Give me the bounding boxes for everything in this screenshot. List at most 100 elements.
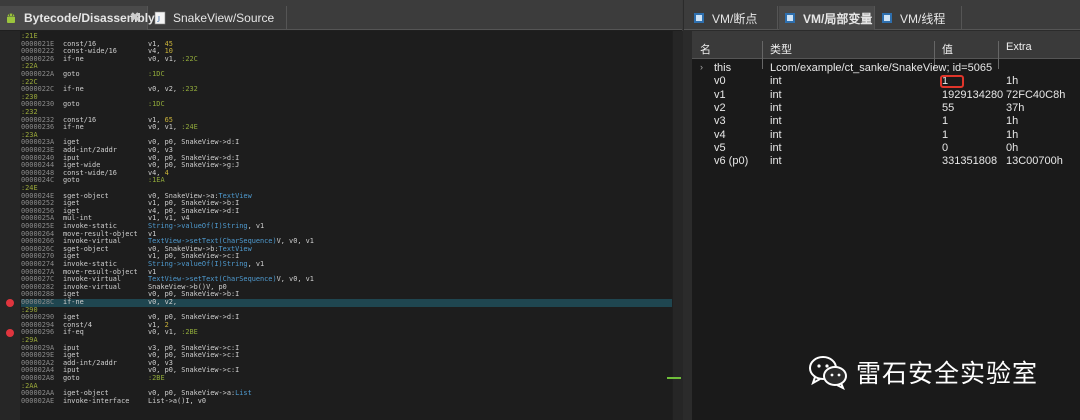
label-text: :21E xyxy=(21,32,38,40)
expand-arrow-icon[interactable]: › xyxy=(700,62,703,72)
watermark-text: 雷石安全实验室 xyxy=(856,359,1039,388)
tab-snakeview-source[interactable]: J SnakeView/Source xyxy=(149,6,287,30)
variable-row[interactable]: v2 int 55 37h xyxy=(692,102,1080,115)
operand-segment: V, v0, v1 xyxy=(276,275,314,284)
operand-segment: , v1 xyxy=(247,222,265,230)
tab-label: VM/断点 xyxy=(712,11,758,26)
close-icon[interactable]: ✖ xyxy=(129,11,141,23)
code-line[interactable]: 0000025A mul-int v1, v1, v4 xyxy=(21,215,672,223)
code-line[interactable]: 00000248 const-wide/16 v4, 4 xyxy=(21,169,672,178)
code-line[interactable]: 0000026C sget-object v0, SnakeView->b:Text… xyxy=(21,245,672,254)
code-line[interactable]: 00000226 if-ne v0, v1, :22C xyxy=(21,55,672,64)
code-line[interactable]: 00000232 const/16 v1, 65 xyxy=(21,116,672,125)
code-line[interactable]: 00000294 const/4 v1, 2 xyxy=(21,321,672,330)
debug-icon xyxy=(783,11,797,25)
code-line[interactable]: 00000240 iput v0, p0, SnakeView->d:I xyxy=(21,154,672,163)
annotation-highlight-box xyxy=(940,75,964,88)
disassembly-view[interactable]: :21E 0000021E const/16 v1, 45 00000222 const-… xyxy=(0,31,672,420)
variable-row[interactable]: v0 int 1 1h xyxy=(692,75,1080,88)
column-header-type[interactable]: 类型 xyxy=(770,41,792,57)
operand-segment: List xyxy=(235,389,252,398)
variable-extra: 13C00700h xyxy=(1006,155,1063,168)
variable-row[interactable]: v6 (p0) int 331351808 13C00700h xyxy=(692,155,1080,168)
tab-vm-breakpoints[interactable]: VM/断点 xyxy=(688,6,778,30)
variable-row[interactable]: v5 int 0 0h xyxy=(692,142,1080,155)
variable-value: 1929134280 xyxy=(942,88,1004,101)
code-line[interactable]: 00000252 iget v1, p0, SnakeView->b:I xyxy=(21,199,672,208)
code-line[interactable]: 0000023E add-int/2addr v0, v3 xyxy=(21,146,672,155)
variable-extra: 72FC40C8h xyxy=(1006,88,1066,101)
scroll-marker xyxy=(667,377,681,379)
breakpoint-gutter[interactable] xyxy=(0,31,20,420)
code-label-line[interactable]: :290 xyxy=(21,306,672,315)
code-label-line[interactable]: :29A xyxy=(21,336,672,345)
code-label-line[interactable]: :232 xyxy=(21,108,672,117)
watermark: 雷石安全实验室 xyxy=(808,352,1038,392)
variable-row[interactable]: v1 int 1929134280 72FC40C8h xyxy=(692,89,1080,102)
code-line[interactable]: 000002A8 goto:2BE xyxy=(21,374,672,383)
variable-row[interactable]: › this Lcom/example/ct_sanke/SnakeView; id… xyxy=(692,62,1080,75)
code-line[interactable]: 0000021E const/16 v1, 45 xyxy=(21,40,672,49)
tab-vm-threads[interactable]: VM/线程 xyxy=(876,6,962,30)
opcode: goto xyxy=(63,100,80,109)
variable-name: v6 (p0) xyxy=(714,155,749,168)
breakpoint-marker[interactable] xyxy=(6,298,14,307)
code-label-line[interactable]: :2AA xyxy=(21,382,672,391)
vertical-scrollbar[interactable] xyxy=(673,31,683,420)
code-line[interactable]: 000002AE invoke-interface List->a()I, v0 xyxy=(21,396,672,406)
code-label-line[interactable]: :21E xyxy=(21,32,672,41)
wechat-icon xyxy=(808,354,848,391)
code-line[interactable]: 00000296 if-eq v0, v1, :2BE xyxy=(21,329,672,337)
variable-row[interactable]: v4 int 1 1h xyxy=(692,129,1080,142)
code-line[interactable]: 0000024E sget-object v0, SnakeView->a:Text… xyxy=(21,192,672,201)
column-header-extra[interactable]: Extra xyxy=(1006,41,1032,53)
operands: :2BE xyxy=(148,374,165,383)
variable-value: 55 xyxy=(942,101,955,114)
code-line[interactable]: 000002A2 add-int/2addr v0, v3 xyxy=(21,359,672,368)
code-line[interactable]: 0000029A iput v3, p0, SnakeView->c:I xyxy=(21,344,672,353)
code-line[interactable]: 00000244 iget-wide v0, p0, SnakeView->g:J xyxy=(21,161,672,170)
code-label-line[interactable]: :23A xyxy=(21,131,672,140)
operand-segment: v0, v1, xyxy=(148,328,182,337)
code-line[interactable]: 0000022A goto:1DC xyxy=(21,70,672,79)
variable-name: this xyxy=(714,62,732,74)
operands: v0, v1, :24E xyxy=(148,123,198,132)
instruction-address: 000002AE xyxy=(21,396,55,405)
code-line[interactable]: 0000028C if-ne v0, v2, xyxy=(21,298,672,307)
operands: :1DC xyxy=(148,70,165,79)
variable-row[interactable]: v3 int 1 1h xyxy=(692,115,1080,128)
tab-label: VM/线程 xyxy=(900,11,946,26)
variable-extra: 37h xyxy=(1006,101,1025,114)
variable-value: 1 xyxy=(942,115,949,128)
column-header-name[interactable]: 名 xyxy=(700,41,711,57)
code-line[interactable]: 00000230 goto:1DC xyxy=(21,101,672,109)
code-label-line[interactable]: :230 xyxy=(21,93,672,102)
code-line[interactable]: 000002A4 iput v0, p0, SnakeView->c:I xyxy=(21,367,672,375)
code-label-line[interactable]: :22A xyxy=(21,63,672,71)
variable-name: v1 xyxy=(714,88,726,101)
code-line[interactable]: 00000282 invoke-virtual SnakeView->b()V, p… xyxy=(21,283,672,292)
variable-name: v2 xyxy=(714,101,726,114)
tab-vm-local-variables[interactable]: VM/局部变量 xyxy=(779,6,875,30)
code-line[interactable]: 00000266 invoke-virtual TextView->setText(… xyxy=(21,237,672,246)
variable-name: v0 xyxy=(714,75,726,88)
tab-label: VM/局部变量 xyxy=(803,11,873,26)
code-line[interactable]: 0000023A iget v0, p0, SnakeView->d:I xyxy=(21,139,672,147)
variable-type: int xyxy=(770,88,782,101)
code-line[interactable]: 00000288 iget v0, p0, SnakeView->b:I xyxy=(21,291,672,299)
code-line[interactable]: 00000256 iget v4, p0, SnakeView->d:I xyxy=(21,207,672,216)
right-tab-bar: VM/断点 VM/局部变量 VM/线程 xyxy=(684,0,1080,30)
column-header-value[interactable]: 值 xyxy=(942,41,953,57)
svg-text:J: J xyxy=(157,15,160,24)
code-label-line[interactable]: :24E xyxy=(21,184,672,193)
variable-type: int xyxy=(770,128,782,141)
code-line[interactable]: 00000222 const-wide/16 v4, 10 xyxy=(21,47,672,56)
code-label-line[interactable]: :22C xyxy=(21,78,672,87)
code-line[interactable]: 0000022C if-ne v0, v2, :232 xyxy=(21,85,672,94)
code-line[interactable]: 00000270 iget v1, p0, SnakeView->c:I xyxy=(21,253,672,261)
code-line[interactable]: 00000236 if-ne v0, v1, :24E xyxy=(21,123,672,132)
code-line[interactable]: 0000024C goto:1EA xyxy=(21,177,672,185)
tab-bytecode-disassembly[interactable]: Bytecode/Disassembly ✖ xyxy=(0,6,155,30)
code-line[interactable]: 0000029E iget v0, p0, SnakeView->c:I xyxy=(21,351,672,360)
code-line[interactable]: 00000290 iget v0, p0, SnakeView->d:I xyxy=(21,313,672,322)
